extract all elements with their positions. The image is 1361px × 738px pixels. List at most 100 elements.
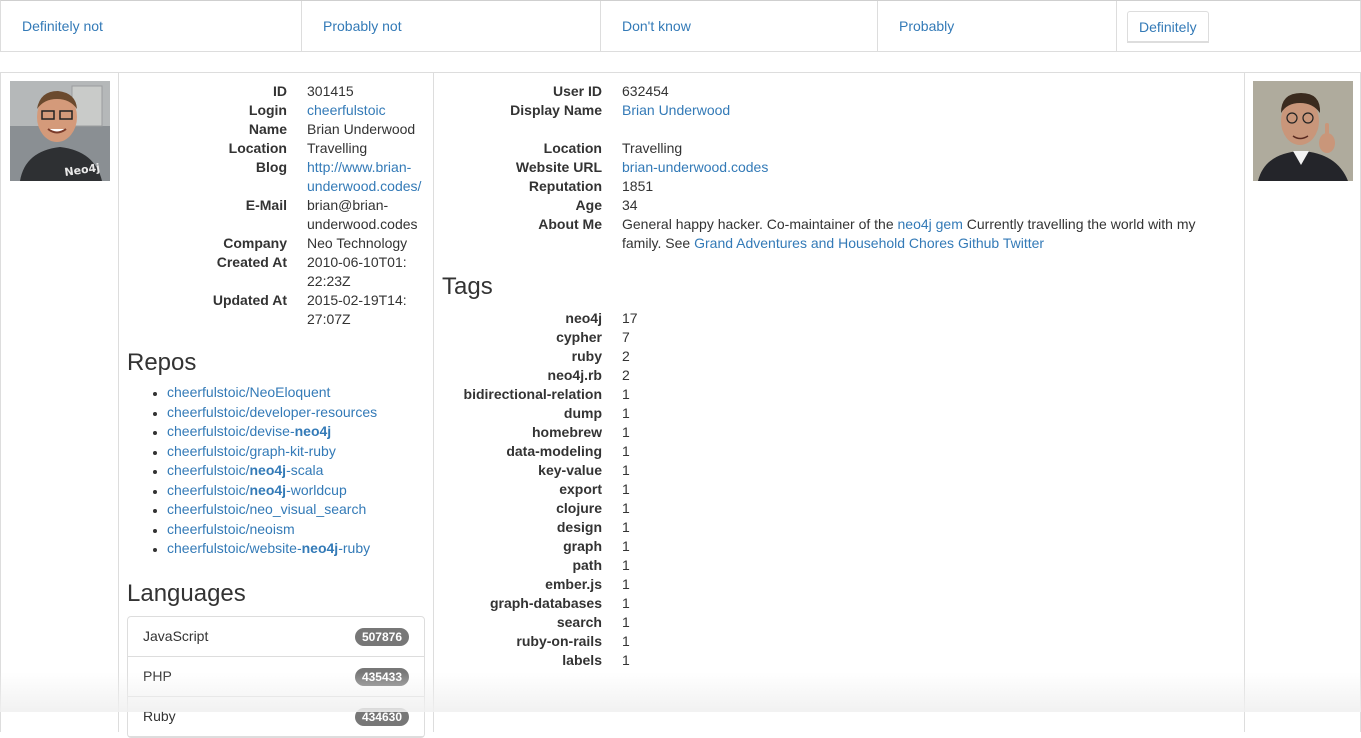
tag-name: bidirectional-relation [434, 385, 602, 404]
choice-probably[interactable]: Probably [878, 1, 1117, 51]
tag-name: data-modeling [434, 442, 602, 461]
tag-name: path [434, 556, 602, 575]
field-value: Travelling [622, 139, 682, 158]
display-name-link[interactable]: Brian Underwood [622, 102, 730, 118]
language-name: Ruby [143, 708, 176, 724]
choice-definitely-not[interactable]: Definitely not [1, 1, 302, 51]
tag-row: bidirectional-relation 1 [434, 385, 638, 404]
choice-probably-not[interactable]: Probably not [302, 1, 601, 51]
field-value: 2015-02-19T14:27:07Z [307, 291, 412, 329]
repo-link[interactable]: cheerfulstoic/neoism [167, 521, 295, 537]
language-count-badge: 435433 [355, 668, 409, 686]
login-link[interactable]: cheerfulstoic [307, 102, 386, 118]
repo-link[interactable]: cheerfulstoic/NeoEloquent [167, 384, 330, 400]
field-label: Reputation [434, 177, 602, 196]
github-avatar: Neo4j [10, 81, 110, 181]
tag-row: neo4j17 [434, 309, 638, 328]
repo-link[interactable]: cheerfulstoic/developer-resources [167, 404, 377, 420]
tag-name: key-value [434, 461, 602, 480]
tag-name: ember.js [434, 575, 602, 594]
tag-row: neo4j.rb 2 [434, 366, 638, 385]
repo-name-part: cheerfulstoic/devise- [167, 423, 295, 439]
tag-count: 1 [622, 499, 630, 518]
tag-row: key-value 1 [434, 461, 638, 480]
field-label: Location [434, 139, 602, 158]
choice-definitely[interactable]: Definitely [1117, 1, 1360, 51]
blog-link[interactable]: http://www.brian-underwood.codes/ [307, 159, 421, 194]
field-value: brian@brian-underwood.codes [307, 196, 432, 234]
tag-count: 7 [622, 328, 630, 347]
github-fields: ID 301415 Login cheerfulstoic Name Brian… [119, 82, 432, 329]
field-label: ID [119, 82, 287, 101]
about-me-text: General happy hacker. Co-maintainer of t… [622, 215, 1212, 253]
tag-list: neo4j17cypher7ruby2neo4j.rb2bidirectiona… [434, 309, 638, 670]
field-label: E-Mail [119, 196, 287, 234]
choice-label[interactable]: Probably [899, 18, 954, 34]
repo-link[interactable]: cheerfulstoic/neo4j-scala [167, 462, 323, 478]
grand-adventures-link[interactable]: Grand Adventures and Household Chores [694, 235, 954, 251]
field-value: 34 [622, 196, 638, 215]
field-value: 2010-06-10T01:22:23Z [307, 253, 412, 291]
tag-name: neo4j.rb [434, 366, 602, 385]
repo-link[interactable]: cheerfulstoic/website-neo4j-ruby [167, 540, 370, 556]
field-label: Login [119, 101, 287, 120]
tag-count: 1 [622, 442, 630, 461]
language-name: PHP [143, 668, 172, 684]
choice-label[interactable]: Definitely not [22, 18, 103, 34]
field-value: 632454 [622, 82, 669, 101]
tag-name: search [434, 613, 602, 632]
tag-row: ember.js 1 [434, 575, 638, 594]
tag-name: design [434, 518, 602, 537]
tag-row: clojure1 [434, 499, 638, 518]
tag-name: cypher [434, 328, 602, 347]
field-value: Neo Technology [307, 234, 432, 253]
repo-link[interactable]: cheerfulstoic/graph-kit-ruby [167, 443, 336, 459]
tag-count: 1 [622, 461, 630, 480]
field-label: Created At [119, 253, 287, 291]
tag-count: 1 [622, 575, 630, 594]
github-link[interactable]: Github [958, 235, 999, 251]
field-display-name: Display Name Brian Underwood [434, 101, 1234, 120]
tag-row: ruby2 [434, 347, 638, 366]
field-created-at: Created At 2010-06-10T01:22:23Z [119, 253, 432, 291]
repo-name-part: -ruby [338, 540, 370, 556]
field-value: 1851 [622, 177, 653, 196]
github-profile-column: ID 301415 Login cheerfulstoic Name Brian… [119, 73, 434, 732]
field-location: Location Travelling [434, 139, 1234, 158]
repo-link[interactable]: cheerfulstoic/neo_visual_search [167, 501, 366, 517]
field-reputation: Reputation 1851 [434, 177, 1234, 196]
tag-count: 1 [622, 423, 630, 442]
repo-name-highlight: neo4j [302, 540, 339, 556]
field-label: Display Name [434, 101, 602, 120]
tag-count: 1 [622, 385, 630, 404]
tag-count: 2 [622, 347, 630, 366]
language-list: JavaScript507876PHP435433Ruby434630 [127, 616, 425, 738]
tag-count: 1 [622, 613, 630, 632]
field-company: Company Neo Technology [119, 234, 432, 253]
tag-count: 2 [622, 366, 630, 385]
repo-item: cheerfulstoic/neo4j-scala [167, 461, 429, 481]
field-updated-at: Updated At 2015-02-19T14:27:07Z [119, 291, 432, 329]
repo-item: cheerfulstoic/graph-kit-ruby [167, 442, 429, 462]
language-item: Ruby434630 [128, 697, 424, 737]
language-name: JavaScript [143, 628, 208, 644]
spacer [434, 120, 1234, 139]
choice-label[interactable]: Probably not [323, 18, 402, 34]
website-link[interactable]: brian-underwood.codes [622, 159, 768, 175]
tag-name: graph-databases [434, 594, 602, 613]
twitter-link[interactable]: Twitter [1003, 235, 1044, 251]
repo-link[interactable]: cheerfulstoic/devise-neo4j [167, 423, 331, 439]
choice-dont-know[interactable]: Don't know [601, 1, 878, 51]
tag-count: 1 [622, 556, 630, 575]
choice-label[interactable]: Definitely [1127, 11, 1209, 43]
field-website: Website URL brian-underwood.codes [434, 158, 1234, 177]
choice-label[interactable]: Don't know [622, 18, 691, 34]
tag-row: cypher 7 [434, 328, 638, 347]
repo-link[interactable]: cheerfulstoic/neo4j-worldcup [167, 482, 347, 498]
field-value: Brian Underwood [307, 120, 432, 139]
tag-name: homebrew [434, 423, 602, 442]
neo4j-gem-link[interactable]: neo4j gem [898, 216, 963, 232]
stackoverflow-profile-column: User ID 632454 Display Name Brian Underw… [434, 73, 1245, 732]
github-avatar-cell: Neo4j [1, 73, 119, 732]
repo-item: cheerfulstoic/neo4j-worldcup [167, 481, 429, 501]
